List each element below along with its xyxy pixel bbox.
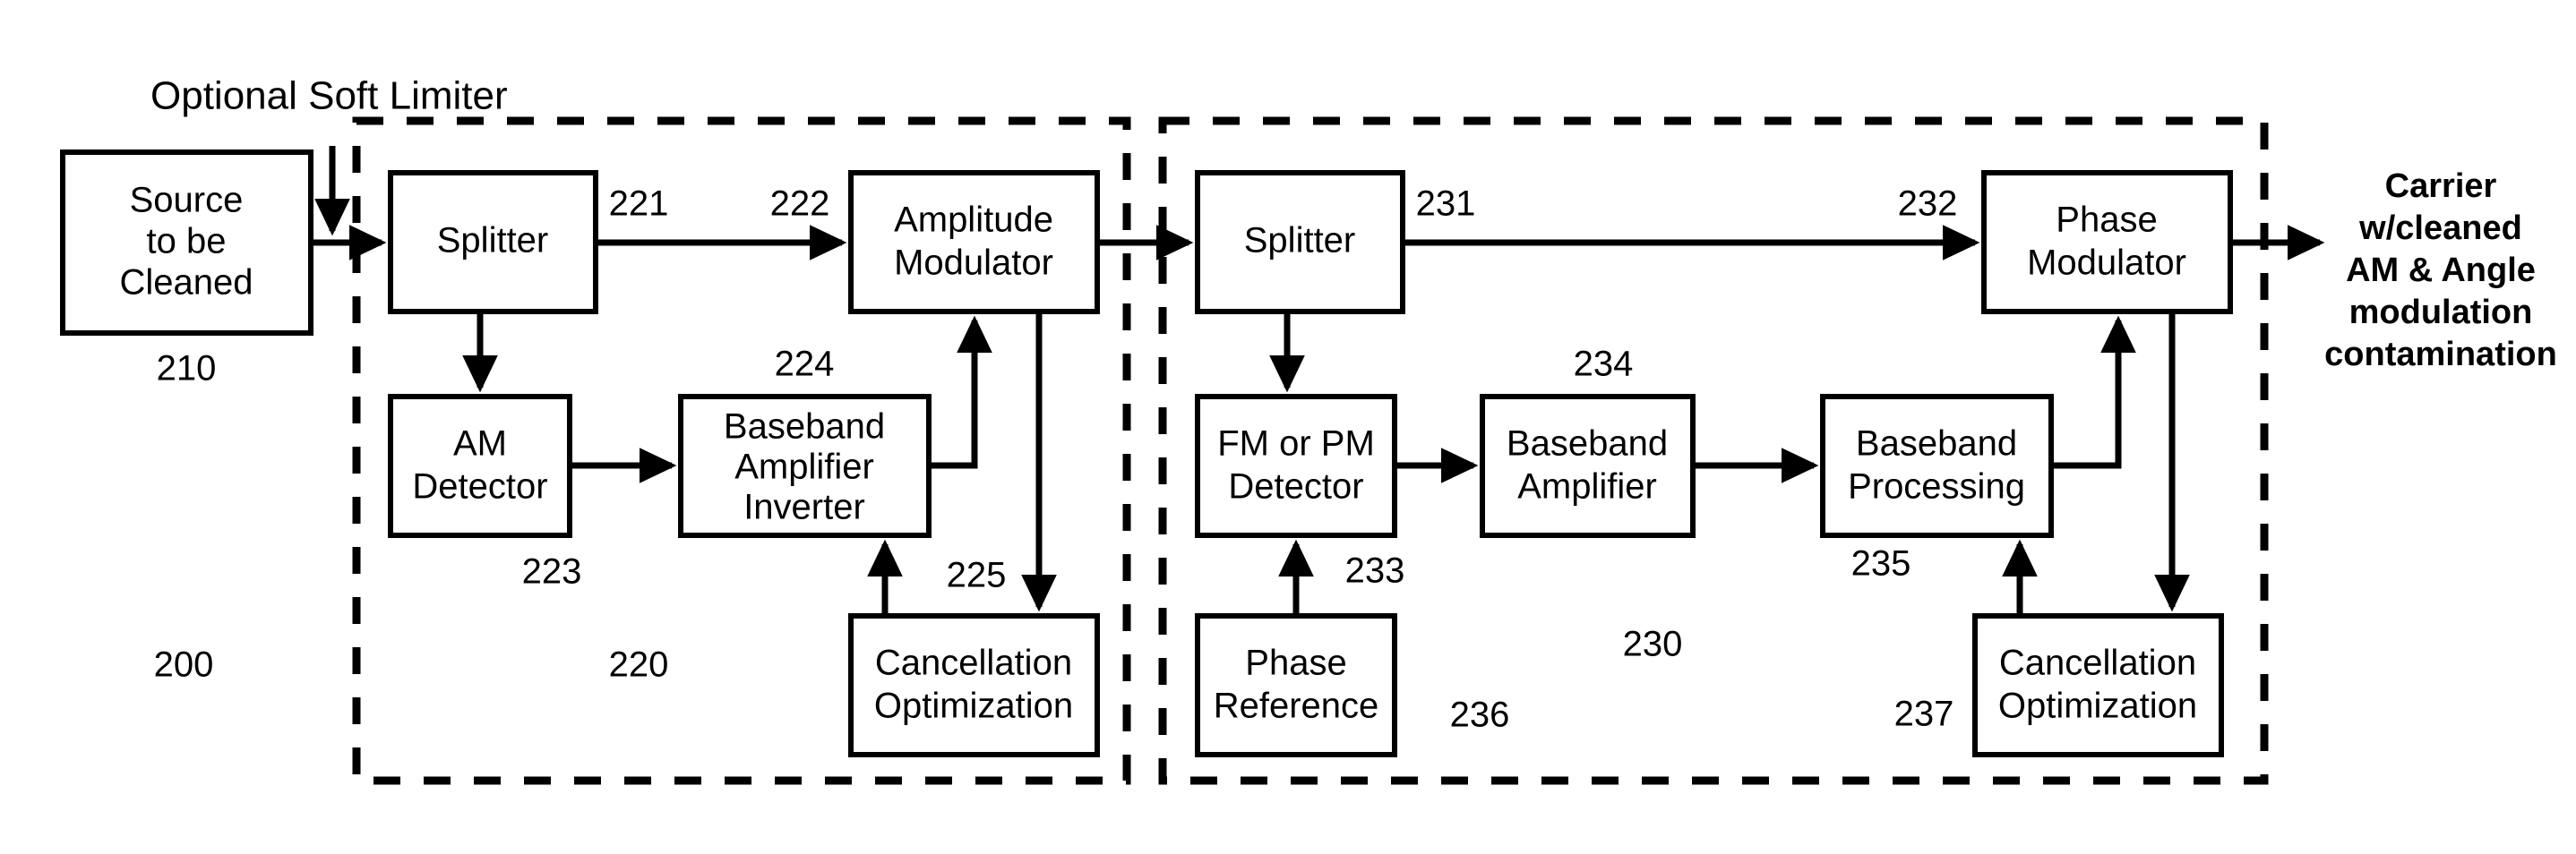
label-phase-modulator-line-1: Phase xyxy=(2056,201,2157,240)
label-bb-amp-line-2: Amplifier xyxy=(1517,467,1657,507)
ref-numeral-222: 222 xyxy=(770,184,830,224)
ref-numeral-234: 234 xyxy=(1574,345,1634,384)
label-source-line-3: Cleaned xyxy=(119,263,253,303)
block-phase-reference[interactable] xyxy=(1195,613,1397,757)
block-phase-modulator[interactable] xyxy=(1981,170,2233,314)
label-fm-pm-detector-line-2: Detector xyxy=(1228,467,1363,507)
label-amplitude-modulator-line-2: Modulator xyxy=(894,243,1053,283)
label-bb-amp-inverter-line-1: Baseband xyxy=(724,407,885,447)
ref-numeral-232: 232 xyxy=(1898,184,1958,224)
output-annotation-line-5: contamination xyxy=(2324,336,2557,373)
ref-numeral-225: 225 xyxy=(947,556,1007,595)
ref-numeral-224: 224 xyxy=(775,345,835,384)
ref-numeral-236: 236 xyxy=(1450,696,1510,735)
annotation-optional-soft-limiter: Optional Soft Limiter xyxy=(150,74,508,118)
label-bb-processing-line-1: Baseband xyxy=(1856,424,2017,464)
label-phase-modulator-line-2: Modulator xyxy=(2027,243,2186,283)
label-cancellation-am-line-1: Cancellation xyxy=(875,644,1072,683)
label-fm-pm-detector-line-1: FM or PM xyxy=(1217,424,1375,464)
block-diagram-canvas: Source to be Cleaned Splitter Amplitude … xyxy=(0,0,2576,854)
diagram-svg: Source to be Cleaned Splitter Amplitude … xyxy=(60,74,2557,785)
label-amplitude-modulator-line-1: Amplitude xyxy=(894,201,1053,240)
ref-numeral-233: 233 xyxy=(1345,551,1405,591)
label-phase-reference-line-1: Phase xyxy=(1245,644,1346,683)
ref-numeral-220: 220 xyxy=(609,645,669,685)
wire-bb-amp-inverter-to-amplitude-modulator xyxy=(929,315,992,469)
block-fm-pm-detector[interactable] xyxy=(1195,394,1397,538)
label-am-detector-line-2: Detector xyxy=(412,467,547,507)
output-annotation-line-4: modulation xyxy=(2349,294,2533,331)
label-source-line-1: Source xyxy=(130,181,244,220)
ref-numeral-231: 231 xyxy=(1416,184,1476,224)
label-cancellation-pm-line-1: Cancellation xyxy=(1999,644,2196,683)
label-splitter-am: Splitter xyxy=(437,221,549,260)
label-am-detector-line-1: AM xyxy=(453,424,507,464)
ref-numeral-221: 221 xyxy=(609,184,669,224)
ref-numeral-237: 237 xyxy=(1894,695,1954,734)
label-splitter-pm: Splitter xyxy=(1244,221,1356,260)
label-bb-amp-inverter-line-2: Amplifier xyxy=(734,448,874,487)
label-bb-processing-line-2: Processing xyxy=(1848,467,2025,507)
block-baseband-amplifier[interactable] xyxy=(1480,394,1696,538)
output-annotation-line-1: Carrier xyxy=(2385,167,2497,205)
block-cancellation-optimization-am[interactable] xyxy=(848,613,1100,757)
ref-numeral-230: 230 xyxy=(1623,625,1683,664)
ref-numeral-235: 235 xyxy=(1851,544,1911,584)
label-phase-reference-line-2: Reference xyxy=(1214,687,1379,726)
output-annotation-line-3: AM & Angle xyxy=(2346,252,2536,289)
label-bb-amp-inverter-line-3: Inverter xyxy=(743,488,865,527)
ref-numeral-223: 223 xyxy=(522,552,582,592)
ref-numeral-210: 210 xyxy=(157,349,217,389)
ref-numeral-200: 200 xyxy=(154,645,214,685)
block-baseband-processing[interactable] xyxy=(1820,394,2054,538)
label-cancellation-am-line-2: Optimization xyxy=(874,687,1073,726)
label-bb-amp-line-1: Baseband xyxy=(1507,424,1668,464)
wire-bb-processing-to-phase-modulator xyxy=(2051,315,2136,469)
label-cancellation-pm-line-2: Optimization xyxy=(1998,687,2197,726)
block-am-detector[interactable] xyxy=(388,394,572,538)
block-amplitude-modulator[interactable] xyxy=(848,170,1100,314)
output-annotation-line-2: w/cleaned xyxy=(2358,209,2522,247)
block-cancellation-optimization-pm[interactable] xyxy=(1972,613,2224,757)
label-source-line-2: to be xyxy=(147,222,227,261)
